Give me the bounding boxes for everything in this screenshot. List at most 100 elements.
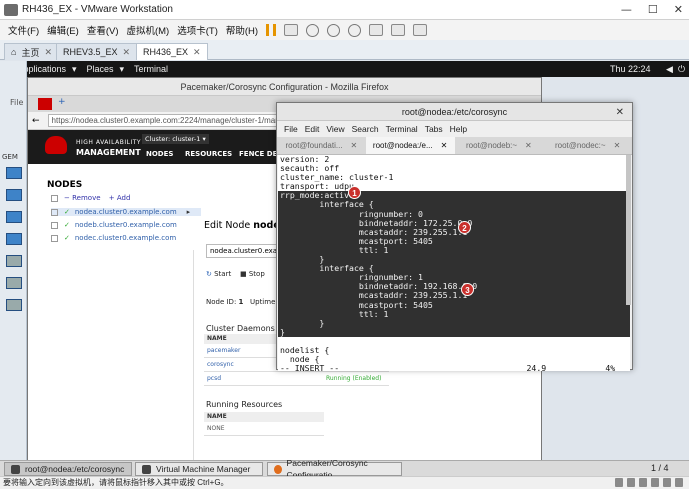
start-button[interactable]: ↻ Start (206, 270, 231, 278)
term-menu-view[interactable]: View (326, 124, 344, 134)
chevron-down-icon: ▾ (71, 63, 77, 74)
node-checkbox[interactable] (51, 221, 58, 229)
term-tab[interactable]: root@nodeb:~ ✕ (455, 137, 544, 154)
display-icon[interactable] (675, 478, 683, 487)
tab-label: RHEV3.5_EX (63, 47, 118, 57)
stop-button[interactable]: ■ Stop (240, 270, 265, 278)
terminal-line: ttl: 1 (278, 309, 630, 319)
node-row[interactable]: ✓ nodeb.cluster0.example.com (51, 221, 177, 229)
term-menu-tabs[interactable]: Tabs (425, 124, 443, 134)
menu-file[interactable]: 文件(F) (8, 23, 39, 37)
tab-favicon-icon[interactable] (38, 98, 52, 110)
term-menu-terminal[interactable]: Terminal (386, 124, 418, 134)
term-menu-edit[interactable]: Edit (305, 124, 320, 134)
vm-icon[interactable] (6, 299, 22, 311)
console-view-icon[interactable] (413, 24, 428, 36)
clock[interactable]: Thu 22:24 (610, 64, 651, 74)
snapshot-icon[interactable] (306, 23, 320, 37)
close-tab-icon[interactable]: ✕ (351, 141, 358, 150)
vm-icon[interactable] (6, 233, 22, 245)
revert-snapshot-icon[interactable] (327, 23, 341, 37)
nodes-heading: NODES (47, 180, 83, 190)
vm-icon[interactable] (6, 255, 22, 267)
menu-edit[interactable]: 编辑(E) (47, 23, 79, 37)
terminal-text-area[interactable]: version: 2 secauth: off cluster_name: clus… (278, 155, 630, 371)
node-id-value: 1 (238, 298, 244, 306)
home-icon: ⌂ (11, 47, 17, 57)
terminal-scrollbar[interactable] (626, 155, 631, 305)
firefox-menu-file[interactable]: File (10, 98, 23, 107)
volume-icon[interactable]: ◀ (666, 64, 673, 75)
node-name[interactable]: nodeb.cluster0.example.com (75, 221, 177, 229)
taskbar-virt-manager[interactable]: Virtual Machine Manager (135, 462, 263, 476)
send-ctrl-alt-del-icon[interactable] (284, 24, 299, 36)
menu-tabs[interactable]: 选项卡(T) (177, 23, 218, 37)
node-row[interactable]: ✓ nodec.cluster0.example.com (51, 234, 176, 242)
menu-help[interactable]: 帮助(H) (226, 23, 258, 37)
workspace-pager[interactable]: 1 / 4 (651, 463, 669, 473)
task-label: Virtual Machine Manager (156, 464, 251, 474)
places-menu[interactable]: Places (87, 64, 114, 74)
cluster-daemons-heading: Cluster Daemons (206, 324, 275, 333)
menu-vm[interactable]: 虚拟机(M) (126, 23, 169, 37)
close-icon[interactable]: ✕ (616, 107, 624, 118)
network-icon[interactable] (639, 478, 647, 487)
tab-label: 主页 (21, 47, 40, 58)
resources-header: NAME (204, 412, 324, 422)
daemon-name[interactable]: pcsd (207, 375, 221, 382)
taskbar-firefox[interactable]: Pacemaker/Corosync Configuratio... (267, 458, 402, 480)
term-tab[interactable]: root@foundati... ✕ (277, 137, 366, 154)
node-name[interactable]: nodea.cluster0.example.com (75, 208, 177, 216)
vm-icon[interactable] (6, 189, 22, 201)
tab-rh436[interactable]: RH436_EX ✕ (136, 43, 208, 60)
daemon-row[interactable]: pcsd Running (Enabled) (204, 372, 389, 386)
nav-nodes[interactable]: NODES (146, 150, 173, 158)
close-icon[interactable]: ✕ (674, 3, 683, 16)
add-button[interactable]: Add (117, 194, 131, 202)
close-tab-icon[interactable]: ✕ (123, 47, 131, 58)
cdrom-icon[interactable] (627, 478, 635, 487)
terminal-menu[interactable]: Terminal (134, 64, 168, 74)
node-checkbox[interactable] (51, 234, 58, 242)
close-tab-icon[interactable]: ✕ (44, 47, 52, 58)
close-tab-icon[interactable]: ✕ (193, 47, 201, 58)
taskbar-terminal[interactable]: root@nodea:/etc/corosync (4, 462, 132, 476)
term-tab-active[interactable]: root@nodea:/e... ✕ (365, 137, 455, 154)
tab-home[interactable]: ⌂ 主页 ✕ (4, 43, 59, 60)
tab-rhev[interactable]: RHEV3.5_EX ✕ (56, 43, 138, 60)
pause-icon[interactable] (266, 24, 277, 36)
term-menu-search[interactable]: Search (352, 124, 379, 134)
vm-icon[interactable] (6, 211, 22, 223)
menu-view[interactable]: 查看(V) (87, 23, 119, 37)
minimize-icon[interactable]: — (621, 3, 632, 16)
vm-icon[interactable] (6, 167, 22, 179)
nav-resources[interactable]: RESOURCES (185, 150, 232, 158)
sound-icon[interactable] (663, 478, 671, 487)
new-tab-icon[interactable]: + (58, 97, 66, 107)
usb-icon[interactable] (651, 478, 659, 487)
node-row[interactable]: ✓ nodea.cluster0.example.com ▸ (51, 208, 201, 216)
remove-button[interactable]: Remove (72, 194, 100, 202)
chevron-right-icon: ▸ (186, 208, 191, 216)
hdd-icon[interactable] (615, 478, 623, 487)
term-menu-file[interactable]: File (284, 124, 298, 134)
select-all-checkbox[interactable] (51, 194, 58, 202)
cluster-selector[interactable]: Cluster: cluster-1 ▾ (142, 134, 209, 144)
back-icon[interactable]: ← (32, 116, 40, 126)
snapshot-manager-icon[interactable] (348, 23, 362, 37)
vm-icon[interactable] (6, 277, 22, 289)
term-menu-help[interactable]: Help (450, 124, 467, 134)
term-tab[interactable]: root@nodec:~ ✕ (543, 137, 632, 154)
close-tab-icon[interactable]: ✕ (614, 141, 621, 150)
gnome-top-bar: ● Applications ▾ Places ▾ Terminal Thu 2… (0, 61, 689, 77)
url-bar[interactable]: https://nodea.cluster0.example.com:2224/… (47, 114, 288, 127)
power-icon[interactable]: ⏻ (678, 64, 685, 75)
node-name[interactable]: nodec.cluster0.example.com (75, 234, 176, 242)
close-tab-icon[interactable]: ✕ (525, 141, 532, 150)
fullscreen-icon[interactable] (369, 24, 384, 36)
maximize-icon[interactable]: ☐ (648, 3, 658, 16)
close-tab-icon[interactable]: ✕ (441, 141, 448, 150)
callout-badge: 2 (458, 221, 471, 234)
node-checkbox[interactable] (51, 208, 58, 216)
unity-icon[interactable] (391, 24, 406, 36)
